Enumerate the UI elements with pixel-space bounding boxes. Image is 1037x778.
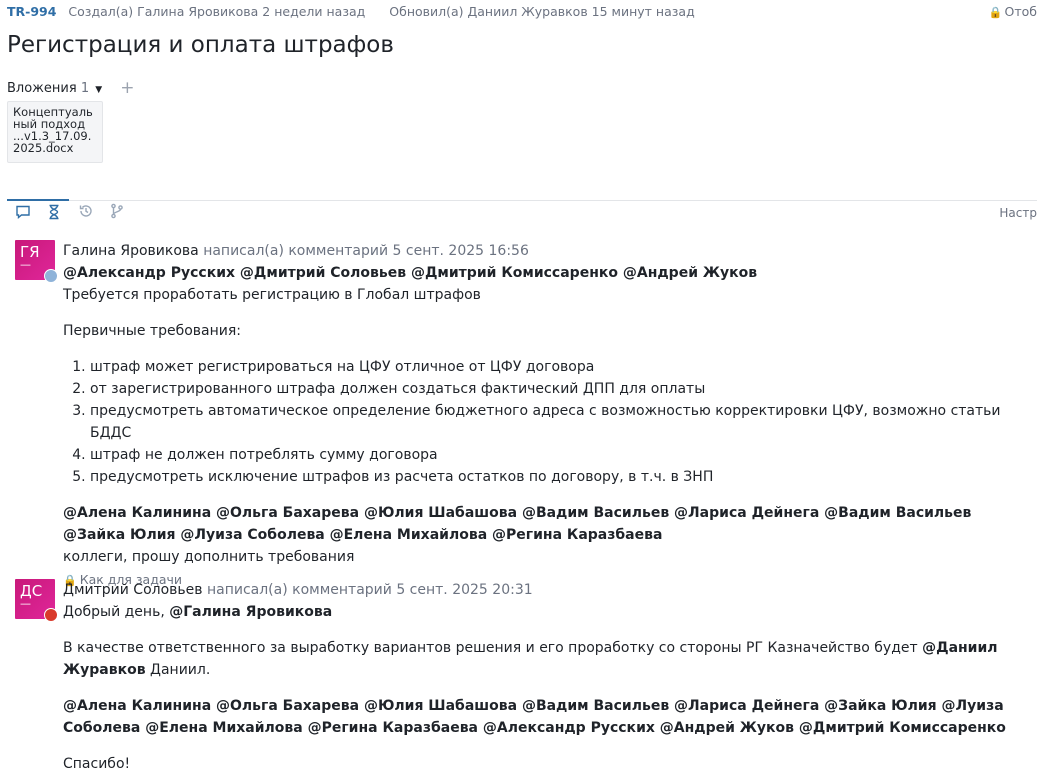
tab-time[interactable] — [38, 199, 69, 227]
attachments-count: 1 — [80, 81, 90, 96]
comment-date[interactable]: 5 сент. 2025 16:56 — [393, 243, 529, 259]
list-item: предусмотреть автоматическое определение… — [90, 400, 1027, 444]
attachments-header: Вложения 1 ▼ + — [7, 77, 135, 98]
comment-text: коллеги, прошу дополнить требования — [63, 549, 355, 565]
comment-icon — [15, 204, 31, 224]
issue-key-link[interactable]: TR-994 — [7, 4, 56, 19]
avatar-status-icon — [44, 269, 58, 283]
attachment-item[interactable]: Концептуальный подход ...v1.3_17.09.2025… — [7, 101, 103, 163]
list-item: штраф может регистрироваться на ЦФУ отли… — [90, 356, 1027, 378]
list-item: штраф не должен потреблять сумму договор… — [90, 444, 1027, 466]
comment-header: Дмитрий Соловьев написал(а) комментарий … — [63, 579, 1027, 601]
lock-icon: 🔒 — [988, 6, 1003, 19]
comment-text-part: В качестве ответственного за выработку в… — [63, 640, 918, 656]
comment-text: Требуется проработать регистрацию в Глоб… — [63, 287, 481, 303]
mention-list[interactable]: @Алена Калинина @Ольга Бахарева @Юлия Ша… — [63, 695, 1027, 739]
attachments-dropdown-icon[interactable]: ▼ — [95, 85, 102, 95]
comment-date[interactable]: 5 сент. 2025 20:31 — [396, 582, 532, 598]
tab-comments[interactable] — [7, 199, 38, 227]
comment-body: Галина Яровикова написал(а) комментарий … — [63, 240, 1027, 592]
branch-icon — [109, 203, 125, 223]
comment-author[interactable]: Галина Яровикова — [63, 243, 199, 259]
avatar-dash: — — [20, 597, 31, 610]
list-item: предусмотреть исключение штрафов из расч… — [90, 466, 1027, 488]
visibility-label: Отоб — [1004, 4, 1037, 19]
tabs-divider — [7, 200, 1037, 201]
issue-meta-row: TR-994 Создал(а) Галина Яровикова 2 неде… — [7, 4, 1037, 22]
hourglass-icon — [46, 204, 62, 224]
greeting-text: Добрый день, — [63, 604, 165, 620]
requirements-list: штраф может регистрироваться на ЦФУ отли… — [63, 356, 1027, 488]
created-info: Создал(а) Галина Яровикова 2 недели наза… — [68, 4, 366, 19]
attachments-label: Вложения — [7, 81, 77, 96]
comment-author[interactable]: Дмитрий Соловьев — [63, 582, 203, 598]
settings-link[interactable]: Настр — [999, 206, 1037, 220]
avatar-dash: — — [20, 258, 31, 271]
visibility-control[interactable]: 🔒 Отоб — [989, 4, 1037, 19]
comment-text: В качестве ответственного за выработку в… — [63, 637, 1027, 681]
comment-text: Спасибо! — [63, 756, 131, 772]
comment-text: Первичные требования: — [63, 323, 241, 339]
comment-header: Галина Яровикова написал(а) комментарий … — [63, 240, 1027, 262]
comment-action: написал(а) комментарий — [206, 582, 392, 598]
mention-list[interactable]: @Алена Калинина @Ольга Бахарева @Юлия Ша… — [63, 502, 1027, 546]
page-title: Регистрация и оплата штрафов — [7, 32, 394, 58]
avatar-status-icon — [44, 608, 58, 622]
mention-list[interactable]: @Александр Русских @Дмитрий Соловьев @Дм… — [63, 262, 1027, 284]
comment-text: Добрый день, @Галина Яровикова — [63, 601, 1027, 623]
comment-action: написал(а) комментарий — [203, 243, 389, 259]
avatar[interactable]: ДС — — [15, 579, 58, 622]
comment-text-part: Даниил. — [150, 662, 211, 678]
mention[interactable]: @Галина Яровикова — [169, 604, 332, 620]
tab-history[interactable] — [70, 200, 101, 226]
list-item: от зарегистрированного штрафа должен соз… — [90, 378, 1027, 400]
updated-info: Обновил(а) Даниил Журавков 15 минут наза… — [389, 4, 695, 19]
history-icon — [78, 203, 94, 223]
tab-vcs[interactable] — [101, 200, 132, 226]
add-attachment-icon[interactable]: + — [120, 78, 134, 98]
avatar[interactable]: ГЯ — — [15, 240, 58, 283]
comment-body: Дмитрий Соловьев написал(а) комментарий … — [63, 579, 1027, 775]
